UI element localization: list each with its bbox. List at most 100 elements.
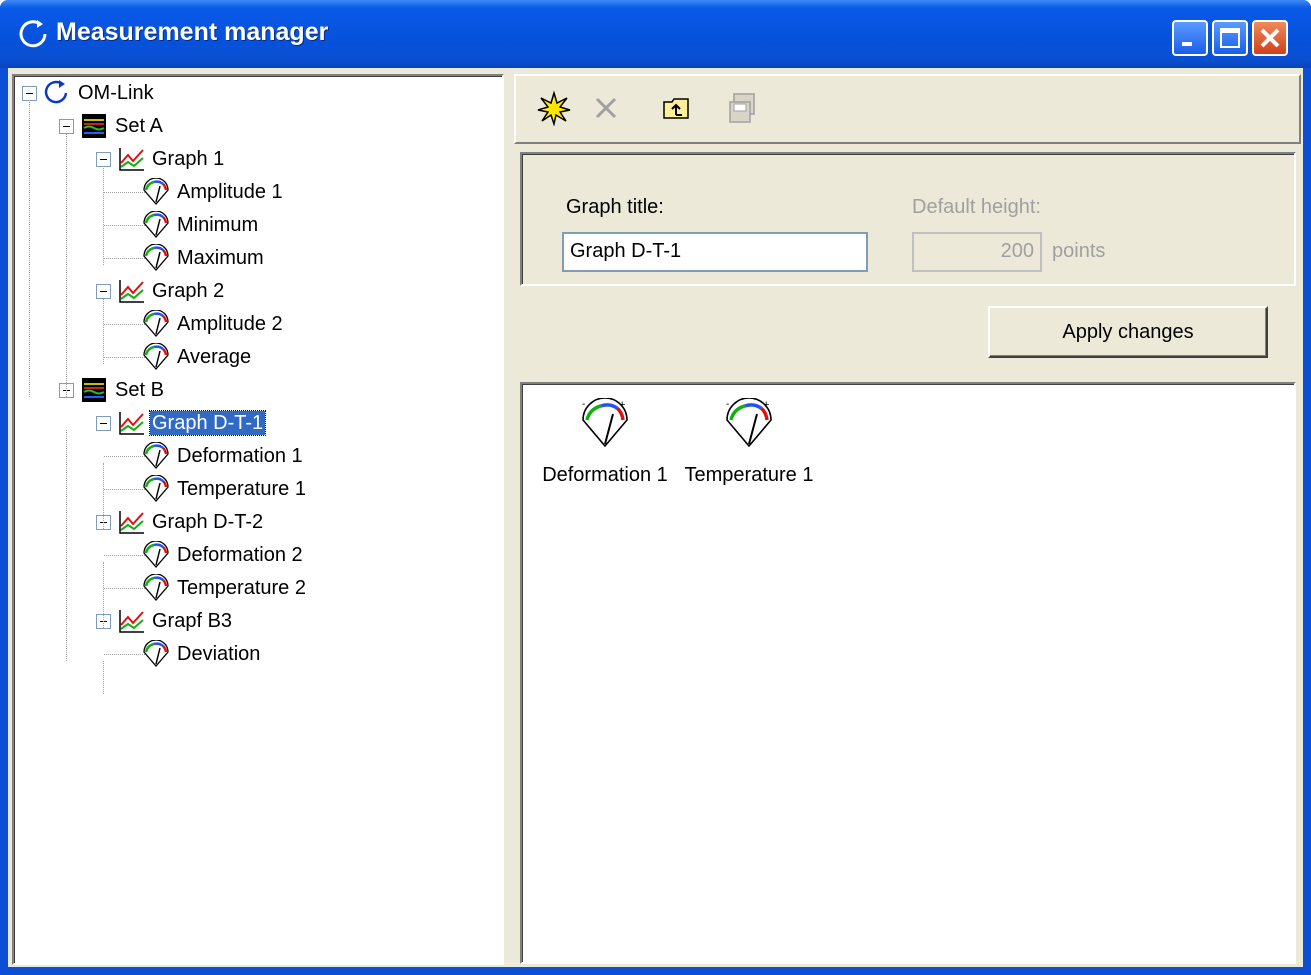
up-folder-icon[interactable] <box>658 90 694 126</box>
tree-node-label: Deformation 1 <box>177 445 303 467</box>
minimize-button[interactable] <box>1172 20 1208 56</box>
tree-node-label: Grapf B3 <box>152 610 233 632</box>
tree-node-label: OM-Link <box>78 82 154 104</box>
collapse-toggle[interactable] <box>96 284 111 299</box>
tree-measurement[interactable]: Temperature 2 <box>14 573 494 603</box>
tree-measurement[interactable]: Average <box>14 342 494 372</box>
set-icon <box>82 114 106 138</box>
toolbar <box>514 74 1301 144</box>
tree-connector <box>104 456 145 457</box>
tree-connector <box>103 463 104 529</box>
measurement-manager-window: Measurement manager OM-Link Set A Graph 1 A… <box>0 0 1311 975</box>
tree-connector <box>66 430 67 661</box>
save-icon[interactable] <box>724 90 760 126</box>
tree-connector <box>104 588 145 589</box>
default-height-input[interactable]: 200 <box>912 232 1042 272</box>
tree-connector <box>104 258 145 259</box>
tree-measurement[interactable]: Amplitude 1 <box>14 177 494 207</box>
gauge-icon <box>143 244 169 271</box>
graph-icon <box>119 511 144 534</box>
tree-set[interactable]: Set A <box>14 111 494 141</box>
refresh-icon <box>19 20 47 48</box>
gauge-icon <box>143 541 169 568</box>
tree-connector <box>66 133 67 397</box>
graph-icon <box>119 280 144 303</box>
graph-icon <box>119 610 144 633</box>
collapse-toggle[interactable] <box>96 152 111 167</box>
maximize-icon <box>1220 28 1240 48</box>
tree-connector <box>104 489 145 490</box>
tree-graph[interactable]: Graph 2 <box>14 276 494 306</box>
graph-icon <box>119 412 144 435</box>
tree-graph[interactable]: Graph 1 <box>14 144 494 174</box>
tree-graph[interactable]: Grapf B3 <box>14 606 494 636</box>
tree-measurement[interactable]: Deformation 2 <box>14 540 494 570</box>
tree-connector <box>103 166 104 265</box>
graph-title-label: Graph title: <box>566 196 664 218</box>
tree-node-label: Amplitude 2 <box>177 313 283 335</box>
collapse-toggle[interactable] <box>22 86 37 101</box>
tree-node-label: Maximum <box>177 247 264 269</box>
minimize-icon <box>1182 42 1192 46</box>
list-item-label: Deformation 1 <box>542 464 668 486</box>
title-bar[interactable]: Measurement manager <box>0 0 1311 68</box>
gauge-icon <box>143 211 169 238</box>
list-item[interactable]: - + Temperature 1 <box>674 398 824 498</box>
graph-icon <box>119 148 144 171</box>
tree-node-label: Deviation <box>177 643 261 665</box>
tree-measurement[interactable]: Deviation <box>14 639 494 669</box>
tree-measurement[interactable]: Minimum <box>14 210 494 240</box>
set-icon <box>82 378 106 402</box>
tree-node-label: Graph D-T-1 <box>148 410 267 436</box>
gauge-icon <box>143 442 169 469</box>
refresh-icon <box>44 80 68 104</box>
svg-text:-: - <box>726 399 729 410</box>
tree-connector <box>103 298 104 364</box>
list-item-label: Temperature 1 <box>684 464 814 486</box>
gauge-icon <box>143 475 169 502</box>
gauge-icon: - + <box>726 398 772 448</box>
tree-connector <box>103 562 104 628</box>
collapse-toggle[interactable] <box>59 119 74 134</box>
tree-connector <box>103 661 104 694</box>
tree-measurement[interactable]: Deformation 1 <box>14 441 494 471</box>
apply-changes-button[interactable]: Apply changes <box>988 306 1268 358</box>
tree-measurement[interactable]: Amplitude 2 <box>14 309 494 339</box>
gauge-icon <box>143 343 169 370</box>
tree-connector <box>104 555 145 556</box>
tree-node-label: Set A <box>115 115 163 137</box>
tree-connector <box>104 324 145 325</box>
graph-items-list[interactable]: - + Deformation 1 - + Temperature 1 <box>520 382 1296 964</box>
tree-set[interactable]: Set B <box>14 375 494 405</box>
tree-measurement[interactable]: Maximum <box>14 243 494 273</box>
tree-root[interactable]: OM-Link <box>14 78 494 108</box>
gauge-icon: - + <box>582 398 628 448</box>
close-button[interactable] <box>1252 20 1288 56</box>
tree-node-label: Amplitude 1 <box>177 181 283 203</box>
tree-node-label: Graph D-T-2 <box>152 511 264 533</box>
gauge-icon <box>143 574 169 601</box>
tree-connector <box>104 357 145 358</box>
tree-graph[interactable]: Graph D-T-1 <box>14 408 494 438</box>
tree-graph[interactable]: Graph D-T-2 <box>14 507 494 537</box>
tree-node-label: Set B <box>115 379 164 401</box>
close-icon <box>1260 28 1280 48</box>
measurement-tree[interactable]: OM-Link Set A Graph 1 Amplitude 1 Minimum Max… <box>12 74 504 965</box>
tree-connector <box>29 100 30 397</box>
tree-measurement[interactable]: Temperature 1 <box>14 474 494 504</box>
window-title: Measurement manager <box>56 18 329 46</box>
tree-connector <box>104 654 145 655</box>
list-item[interactable]: - + Deformation 1 <box>530 398 680 498</box>
graph-title-input[interactable]: Graph D-T-1 <box>562 232 868 272</box>
tree-node-label: Temperature 2 <box>177 577 306 599</box>
default-height-label: Default height: <box>912 196 1041 218</box>
default-height-unit: points <box>1052 240 1106 262</box>
delete-icon[interactable] <box>588 90 624 126</box>
collapse-toggle[interactable] <box>96 416 111 431</box>
maximize-button[interactable] <box>1212 20 1248 56</box>
gauge-icon <box>143 640 169 667</box>
tree-node-label: Minimum <box>177 214 259 236</box>
new-icon[interactable] <box>536 90 572 126</box>
graph-properties-panel: Graph title: Graph D-T-1 Default height:… <box>520 152 1296 286</box>
tree-connector <box>104 225 145 226</box>
